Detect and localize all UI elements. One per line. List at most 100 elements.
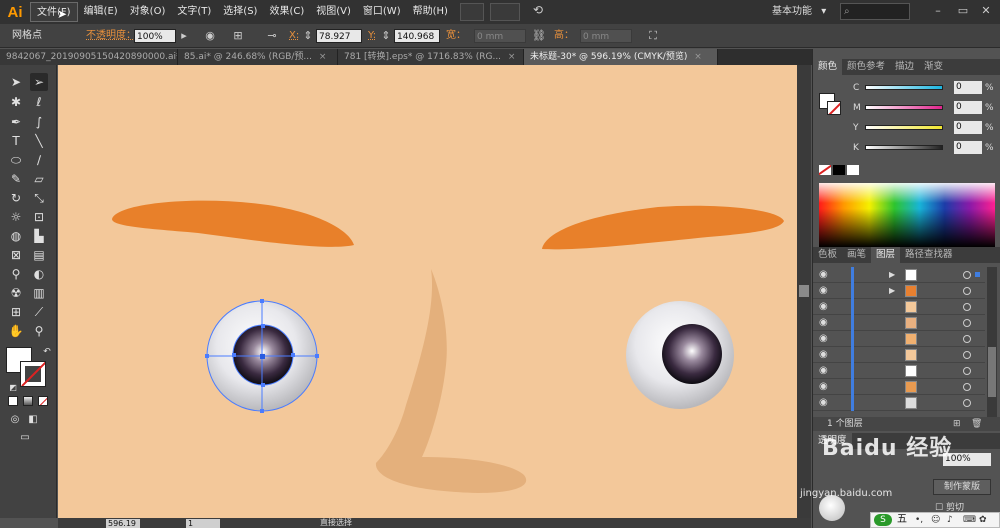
reference-point-icon[interactable]: ⊞: [231, 29, 245, 43]
none-mode-button[interactable]: [38, 396, 48, 406]
ime-skin-icon[interactable]: ✿: [979, 513, 987, 527]
stroke-swatch[interactable]: [20, 361, 46, 387]
right-pupil[interactable]: [662, 324, 722, 384]
black-value[interactable]: 0: [954, 141, 982, 154]
tab-color[interactable]: 颜色: [813, 59, 843, 75]
tab-layers[interactable]: 图层: [871, 247, 901, 263]
color-stroke-swatch[interactable]: [827, 101, 841, 115]
tab-document-3[interactable]: 781 [转换].eps* @ 1716.83% (RG... ×: [338, 49, 524, 65]
white-color-swatch[interactable]: [847, 165, 859, 175]
target-icon[interactable]: [963, 319, 971, 327]
eye-icon[interactable]: ◉: [819, 301, 831, 313]
search-input[interactable]: ⌕: [840, 3, 910, 20]
left-eyebrow[interactable]: [112, 200, 354, 247]
menu-help[interactable]: 帮助(H): [407, 2, 454, 22]
pencil-tool-icon[interactable]: ✎: [7, 170, 25, 188]
eye-icon[interactable]: ◉: [819, 397, 831, 409]
target-icon[interactable]: [963, 287, 971, 295]
free-transform-tool-icon[interactable]: ⊡: [30, 208, 48, 226]
color-mode-button[interactable]: [8, 396, 18, 406]
shape-builder-tool-icon[interactable]: ◍: [7, 227, 25, 245]
tab-color-guide[interactable]: 颜色参考: [842, 59, 890, 75]
layers-scrollbar[interactable]: [987, 267, 997, 417]
expand-arrow-icon[interactable]: ▶: [889, 285, 895, 297]
menu-type[interactable]: 文字(T): [171, 2, 217, 22]
target-icon[interactable]: [963, 383, 971, 391]
target-icon[interactable]: [963, 303, 971, 311]
x-label[interactable]: X:: [289, 24, 299, 48]
opacity-label[interactable]: 不透明度：: [86, 24, 136, 48]
layer-row[interactable]: ◉: [813, 395, 985, 411]
eye-icon[interactable]: ◉: [819, 269, 831, 281]
black-track[interactable]: [865, 145, 943, 150]
link-proportions-icon[interactable]: ⛓: [532, 29, 546, 43]
draw-behind-icon[interactable]: ◧: [24, 411, 42, 429]
workspace-switcher[interactable]: 基本功能 ▾: [772, 3, 826, 21]
tab-pathfinder[interactable]: 路径查找器: [900, 247, 958, 263]
draw-mode-icon[interactable]: ◎: [6, 411, 24, 429]
perspective-grid-tool-icon[interactable]: ▙: [30, 227, 48, 245]
cyan-slider[interactable]: C 0 %: [849, 81, 999, 95]
nose[interactable]: [375, 269, 527, 493]
eye-icon[interactable]: ◉: [819, 317, 831, 329]
gradient-tool-icon[interactable]: ▤: [30, 246, 48, 264]
hand-tool-icon[interactable]: ✋: [7, 322, 25, 340]
column-graph-tool-icon[interactable]: ▥: [30, 284, 48, 302]
minimize-button[interactable]: –: [930, 4, 946, 18]
artboard-canvas[interactable]: [58, 65, 797, 518]
magenta-slider[interactable]: M 0 %: [849, 101, 999, 115]
default-colors-icon[interactable]: ◩: [4, 379, 22, 397]
right-eyebrow[interactable]: [542, 205, 784, 250]
target-icon[interactable]: [963, 367, 971, 375]
vertical-scrollbar[interactable]: [797, 65, 811, 518]
target-icon[interactable]: [963, 351, 971, 359]
eye-icon[interactable]: ◉: [819, 365, 831, 377]
selection-tool-icon[interactable]: ➤: [7, 73, 25, 91]
tab-document-2[interactable]: 85.ai* @ 246.68% (RGB/预... ×: [178, 49, 338, 65]
layer-row[interactable]: ◉ ▶: [813, 283, 985, 299]
expand-arrow-icon[interactable]: ▶: [889, 269, 895, 281]
opacity-dropdown-icon[interactable]: ▸: [177, 29, 191, 43]
menu-file[interactable]: 文件(F): [30, 2, 78, 22]
target-icon[interactable]: [963, 271, 971, 279]
magic-wand-tool-icon[interactable]: ✱: [7, 93, 25, 111]
none-color-swatch[interactable]: [819, 165, 831, 175]
slice-tool-icon[interactable]: ⟋: [30, 303, 48, 321]
eye-icon[interactable]: ◉: [819, 333, 831, 345]
zoom-tool-icon[interactable]: ⚲: [30, 322, 48, 340]
opacity-field[interactable]: 100%: [134, 29, 176, 43]
target-icon[interactable]: [963, 335, 971, 343]
swap-fill-stroke-icon[interactable]: ↶: [38, 343, 56, 361]
close-tab-icon[interactable]: ×: [694, 52, 702, 62]
layer-row[interactable]: ◉ ▶: [813, 267, 985, 283]
new-layer-icon[interactable]: ⊞: [953, 417, 961, 431]
page-field[interactable]: 1: [186, 519, 220, 528]
artboard-tool-icon[interactable]: ⊞: [7, 303, 25, 321]
line-tool-icon[interactable]: ╲: [30, 132, 48, 150]
tab-document-1[interactable]: 9842067_20190905150420890000.ai* ×: [0, 49, 178, 65]
close-button[interactable]: ✕: [978, 4, 994, 18]
magenta-track[interactable]: [865, 105, 943, 110]
magenta-value[interactable]: 0: [954, 101, 982, 114]
screen-mode-icon[interactable]: ▭: [16, 429, 34, 447]
maximize-button[interactable]: ▭: [955, 4, 971, 18]
tab-gradient[interactable]: 渐变: [919, 59, 948, 75]
zoom-field[interactable]: 596.19: [106, 519, 140, 528]
anchor-convert-icon[interactable]: ⊸: [262, 29, 282, 43]
x-stepper-icon[interactable]: ⇕: [303, 29, 313, 43]
eyedropper-tool-icon[interactable]: ⚲: [7, 265, 25, 283]
color-spectrum[interactable]: [819, 183, 995, 247]
ime-punct-icon[interactable]: •,: [915, 513, 923, 527]
ime-toolbar[interactable]: S 五 •, ☺ ♪ ⌨ ✿: [870, 512, 1000, 528]
ime-voice-icon[interactable]: ♪: [947, 513, 953, 527]
y-field[interactable]: 140.968: [394, 29, 440, 43]
menu-select[interactable]: 选择(S): [217, 2, 263, 22]
width-field[interactable]: 0 mm: [474, 29, 526, 43]
isolate-icon[interactable]: ⛶: [646, 29, 660, 43]
cyan-track[interactable]: [865, 85, 943, 90]
y-stepper-icon[interactable]: ⇕: [381, 29, 391, 43]
eye-icon[interactable]: ◉: [819, 285, 831, 297]
yellow-track[interactable]: [865, 125, 943, 130]
target-icon[interactable]: [963, 399, 971, 407]
layer-row[interactable]: ◉: [813, 347, 985, 363]
